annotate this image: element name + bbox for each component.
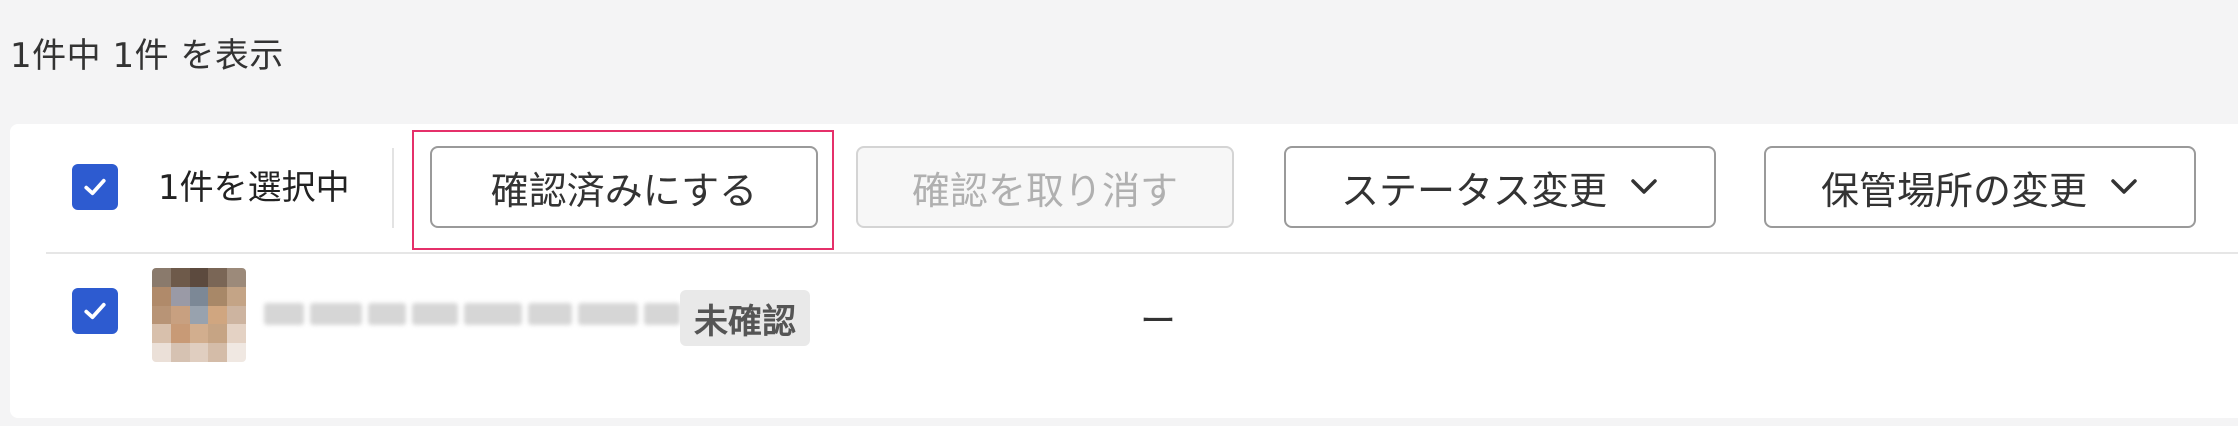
selected-count-label: 1件を選択中 (158, 168, 350, 208)
status-change-label: ステータス変更 (1340, 168, 1607, 213)
status-change-dropdown[interactable]: ステータス変更 (1284, 146, 1716, 228)
check-icon (84, 178, 106, 196)
result-count: 1件中 1件 を表示 (10, 36, 284, 76)
status-badge: 未確認 (680, 290, 810, 346)
select-all-checkbox[interactable] (72, 164, 118, 210)
row-checkbox[interactable] (72, 288, 118, 334)
avatar (152, 268, 246, 362)
toolbar-divider (392, 148, 394, 228)
redacted-item-name (264, 292, 680, 336)
chevron-down-icon (1631, 179, 1657, 194)
empty-value: ー (1140, 301, 1177, 342)
table-row[interactable] (10, 254, 2238, 418)
mark-confirmed-label: 確認済みにする (490, 168, 758, 213)
cancel-confirmation-label: 確認を取り消す (911, 168, 1178, 213)
mark-confirmed-button[interactable]: 確認済みにする (430, 146, 818, 228)
location-change-label: 保管場所の変更 (1820, 168, 2087, 213)
check-icon (84, 302, 106, 320)
list-panel: 1件を選択中 確認済みにする 確認を取り消す ステータス変更 保管場所の変更 未… (10, 124, 2238, 418)
chevron-down-icon (2111, 179, 2137, 194)
location-change-dropdown[interactable]: 保管場所の変更 (1764, 146, 2196, 228)
bulk-action-toolbar: 1件を選択中 確認済みにする 確認を取り消す ステータス変更 保管場所の変更 (10, 124, 2238, 252)
cancel-confirmation-button[interactable]: 確認を取り消す (856, 146, 1234, 228)
